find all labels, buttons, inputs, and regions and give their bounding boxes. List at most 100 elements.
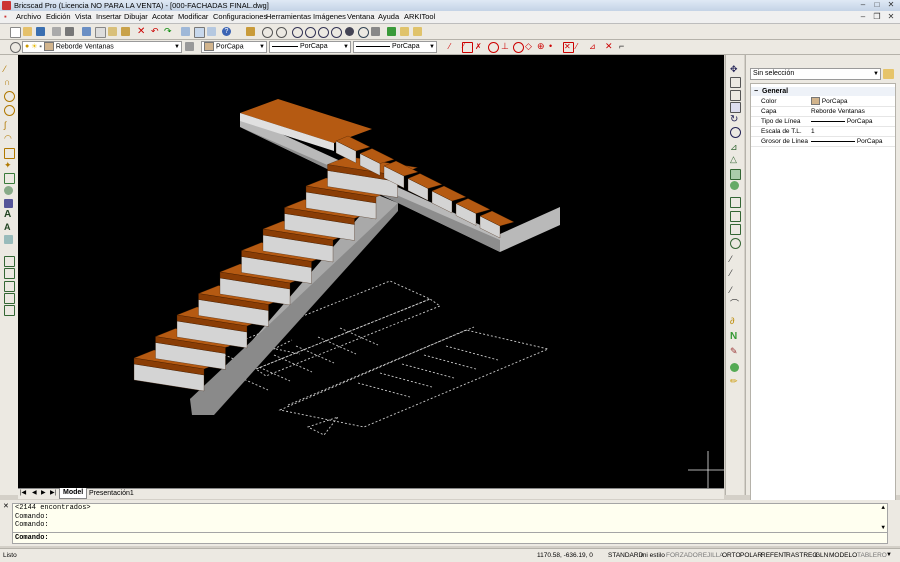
toggle-gln[interactable]: GLN bbox=[815, 549, 828, 562]
snap-intersection-icon[interactable]: ✗ bbox=[475, 42, 484, 51]
layers-icon[interactable] bbox=[10, 42, 21, 53]
toggle-tablero[interactable]: TABLERO bbox=[857, 549, 887, 562]
color-dropdown[interactable]: PorCapa ▼ bbox=[201, 41, 267, 53]
zoom-extents-icon[interactable] bbox=[331, 27, 342, 38]
point-icon[interactable]: ✦ bbox=[4, 161, 13, 170]
polyline-icon[interactable]: ∩ bbox=[4, 78, 13, 87]
drawing-viewport[interactable] bbox=[18, 55, 724, 488]
edit-text-icon[interactable]: ∂ bbox=[730, 317, 739, 326]
snap-insertion-icon[interactable]: ⊕ bbox=[537, 42, 546, 51]
snap-none-icon[interactable]: ✕ bbox=[605, 42, 614, 51]
prop-row-layer[interactable]: Capa Reborde Ventanas bbox=[751, 107, 895, 117]
zoom-out-icon[interactable] bbox=[305, 27, 316, 38]
command-close-icon[interactable]: ✕ bbox=[3, 502, 9, 510]
break-icon[interactable] bbox=[730, 224, 741, 235]
block-insert-icon[interactable] bbox=[4, 268, 15, 279]
layer-previous-icon[interactable] bbox=[185, 42, 194, 51]
tab-prev-icon[interactable]: ◀ bbox=[32, 489, 37, 498]
print-icon[interactable] bbox=[65, 27, 74, 36]
measure-icon[interactable]: ⌒ bbox=[730, 300, 739, 309]
selection-dropdown[interactable]: Sin selección ▼ bbox=[750, 68, 881, 80]
snap-nearest-icon[interactable]: ⁄ bbox=[576, 42, 585, 51]
folder-icon[interactable] bbox=[400, 27, 409, 36]
properties-icon[interactable] bbox=[194, 27, 205, 38]
delete-icon[interactable]: ✕ bbox=[137, 27, 146, 37]
doc-restore-icon[interactable]: ❐ bbox=[870, 12, 884, 22]
copy-object-icon[interactable] bbox=[730, 77, 741, 88]
fillet-icon[interactable]: △ bbox=[730, 155, 739, 164]
donut-icon[interactable] bbox=[4, 186, 13, 195]
tab-next-icon[interactable]: ▶ bbox=[41, 489, 46, 498]
section-general[interactable]: − General bbox=[751, 87, 895, 96]
snap-midpoint-icon[interactable]: ⁄ bbox=[462, 42, 473, 53]
cut-icon[interactable] bbox=[82, 27, 91, 36]
doc-icon[interactable]: ▪ bbox=[4, 12, 7, 21]
toggle-refent[interactable]: REFENT bbox=[761, 549, 787, 562]
menu-configuraciones[interactable]: Configuraciones bbox=[213, 12, 267, 21]
region-icon[interactable] bbox=[4, 199, 13, 208]
undo-icon[interactable]: ↶ bbox=[151, 27, 160, 36]
divide-icon[interactable]: ⁄ bbox=[730, 286, 739, 295]
menu-modificar[interactable]: Modificar bbox=[178, 12, 208, 21]
spline-icon[interactable]: ∫ bbox=[4, 121, 13, 130]
toggle-modelo[interactable]: MODELO bbox=[829, 549, 857, 562]
explorer-icon[interactable] bbox=[181, 27, 190, 36]
scroll-up-icon[interactable]: ▲ bbox=[881, 504, 885, 513]
redo-icon[interactable]: ↷ bbox=[164, 27, 173, 36]
make-block-icon[interactable] bbox=[4, 281, 15, 292]
toggle-forzado[interactable]: FORZADO bbox=[666, 549, 698, 562]
save-icon[interactable] bbox=[36, 27, 45, 36]
polygon-icon[interactable] bbox=[4, 173, 15, 184]
snap-quadrant-icon[interactable]: ◇ bbox=[525, 42, 534, 51]
design-center-icon[interactable] bbox=[207, 27, 216, 36]
ellipse-icon[interactable]: ◠ bbox=[4, 134, 13, 143]
zoom-in-icon[interactable] bbox=[292, 27, 303, 38]
snap-settings-icon[interactable]: ⌐ bbox=[619, 42, 628, 51]
render-icon[interactable] bbox=[345, 27, 354, 36]
help-icon[interactable]: ? bbox=[222, 27, 231, 36]
open-icon[interactable] bbox=[23, 27, 32, 36]
move-icon[interactable]: ✥ bbox=[730, 65, 739, 74]
menu-acotar[interactable]: Acotar bbox=[152, 12, 174, 21]
menu-vista[interactable]: Vista bbox=[75, 12, 92, 21]
snap-apparent-icon[interactable]: ⊿ bbox=[589, 42, 598, 51]
dim-style[interactable]: mi estilo bbox=[641, 549, 665, 562]
rectangle-icon[interactable] bbox=[4, 148, 15, 159]
text-style[interactable]: STANDARD bbox=[608, 549, 643, 562]
extend-icon[interactable] bbox=[730, 211, 741, 222]
layer-dropdown[interactable]: ● ☀ ▪ Reborde Ventanas ▼ bbox=[22, 41, 182, 53]
menu-imagenes[interactable]: Imágenes bbox=[313, 12, 346, 21]
close-icon[interactable]: ✕ bbox=[884, 0, 898, 10]
text-icon[interactable]: A bbox=[4, 210, 13, 220]
menu-herramientas[interactable]: Herramientas bbox=[266, 12, 311, 21]
pencil-icon[interactable] bbox=[246, 27, 255, 36]
hatch-icon[interactable] bbox=[4, 256, 15, 267]
menu-insertar[interactable]: Insertar bbox=[96, 12, 121, 21]
prop-row-color[interactable]: Color PorCapa bbox=[751, 97, 895, 107]
toggle-rejilla[interactable]: REJILLA bbox=[698, 549, 724, 562]
snap-node-icon[interactable]: • bbox=[549, 42, 558, 51]
toggle-polar[interactable]: POLAR bbox=[740, 549, 762, 562]
status-menu-icon[interactable]: ▼ bbox=[886, 549, 892, 562]
paste-icon[interactable] bbox=[108, 27, 117, 36]
trim-icon[interactable] bbox=[730, 197, 741, 208]
menu-ayuda[interactable]: Ayuda bbox=[378, 12, 399, 21]
doc-minimize-icon[interactable]: – bbox=[856, 12, 870, 22]
paint-icon[interactable] bbox=[730, 363, 739, 372]
toggle-orto[interactable]: ORTO bbox=[722, 549, 741, 562]
arc-icon[interactable] bbox=[4, 91, 15, 102]
linetype-dropdown[interactable]: PorCapa ▼ bbox=[269, 41, 351, 53]
menu-arkitool[interactable]: ARKITool bbox=[404, 12, 435, 21]
copy-icon[interactable] bbox=[95, 27, 106, 38]
snap-tangent-icon[interactable] bbox=[513, 42, 524, 53]
snap-center-icon[interactable] bbox=[488, 42, 499, 53]
prop-row-linetype[interactable]: Tipo de Línea PorCapa bbox=[751, 117, 895, 127]
prop-row-linetype-scale[interactable]: Escala de T.L. 1 bbox=[751, 127, 895, 137]
table-icon[interactable] bbox=[4, 235, 13, 244]
menu-dibujar[interactable]: Dibujar bbox=[124, 12, 148, 21]
mirror-icon[interactable]: ⊿ bbox=[730, 143, 739, 152]
pencil-edit-icon[interactable]: ✏ bbox=[730, 377, 739, 386]
tab-model[interactable]: Model bbox=[59, 488, 88, 499]
stretch-icon[interactable] bbox=[730, 90, 741, 101]
edit-polyline-icon[interactable]: ⁄ bbox=[730, 269, 739, 278]
